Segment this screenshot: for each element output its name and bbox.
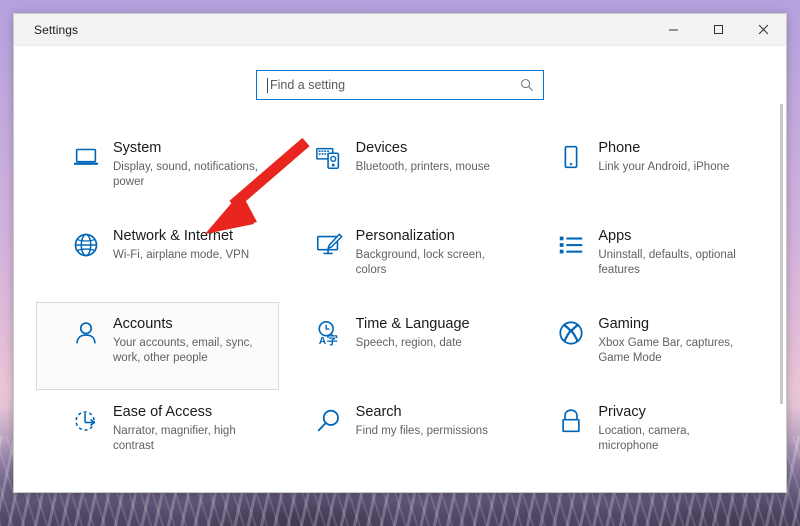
tile-system[interactable]: System Display, sound, notifications, po… [36, 126, 279, 214]
tile-text: Privacy Location, camera, microphone [592, 403, 749, 454]
tile-apps[interactable]: Apps Uninstall, defaults, optional featu… [521, 214, 764, 302]
tile-description: Bluetooth, printers, mouse [355, 161, 490, 173]
tile-title: Time & Language [355, 316, 470, 332]
tile-title: System [113, 140, 162, 156]
maximize-button[interactable] [696, 14, 741, 46]
tile-text: Network & Internet Wi-Fi, airplane mode,… [107, 227, 249, 263]
tile-title: Network & Internet [113, 228, 234, 244]
tile-ease-of-access[interactable]: Ease of Access Narrator, magnifier, high… [36, 390, 279, 478]
lock-icon [550, 403, 592, 436]
tile-description: Find my files, permissions [355, 425, 488, 437]
tile-text: Personalization Background, lock screen,… [350, 227, 507, 278]
tile-description: Background, lock screen, colors [355, 249, 485, 276]
personalization-icon [308, 227, 350, 260]
tile-devices[interactable]: Devices Bluetooth, printers, mouse [279, 126, 522, 214]
tile-description: Your accounts, email, sync, work, other … [113, 337, 253, 364]
tile-description: Uninstall, defaults, optional features [598, 249, 736, 276]
tile-text: Search Find my files, permissions [350, 403, 488, 439]
tile-text: System Display, sound, notifications, po… [107, 139, 264, 190]
globe-icon [65, 227, 107, 260]
settings-tile-grid: System Display, sound, notifications, po… [36, 126, 764, 478]
tile-text: Devices Bluetooth, printers, mouse [350, 139, 490, 175]
search-icon[interactable] [520, 78, 534, 92]
svg-text:字: 字 [326, 333, 337, 347]
laptop-icon [65, 139, 107, 172]
window-controls [651, 14, 786, 46]
tile-accounts[interactable]: Accounts Your accounts, email, sync, wor… [36, 302, 279, 390]
tile-network-and-internet[interactable]: Network & Internet Wi-Fi, airplane mode,… [36, 214, 279, 302]
tile-title: Gaming [598, 316, 650, 332]
tile-text: Ease of Access Narrator, magnifier, high… [107, 403, 264, 454]
apps-list-icon [550, 227, 592, 260]
tile-description: Display, sound, notifications, power [113, 161, 258, 188]
tile-title: Apps [598, 228, 632, 244]
tile-title: Personalization [355, 228, 455, 244]
tile-description: Location, camera, microphone [598, 425, 690, 452]
tile-search[interactable]: Search Find my files, permissions [279, 390, 522, 478]
phone-icon [550, 139, 592, 172]
tile-title: Phone [598, 140, 641, 156]
settings-window: Settings Find a setting System Display, … [14, 14, 786, 492]
tile-description: Link your Android, iPhone [598, 161, 730, 173]
tile-description: Speech, region, date [355, 337, 462, 349]
svg-text:A: A [318, 336, 326, 347]
devices-icon [308, 139, 350, 172]
tile-phone[interactable]: Phone Link your Android, iPhone [521, 126, 764, 214]
tile-description: Narrator, magnifier, high contrast [113, 425, 236, 452]
tile-description: Wi-Fi, airplane mode, VPN [113, 249, 250, 261]
tile-description: Xbox Game Bar, captures, Game Mode [598, 337, 734, 364]
settings-content: Find a setting System Display, sound, no… [14, 46, 786, 492]
title-bar: Settings [14, 14, 786, 46]
tile-text: Apps Uninstall, defaults, optional featu… [592, 227, 749, 278]
tile-time-and-language[interactable]: A 字 Time & Language Speech, region, date [279, 302, 522, 390]
tile-personalization[interactable]: Personalization Background, lock screen,… [279, 214, 522, 302]
minimize-button[interactable] [651, 14, 696, 46]
close-button[interactable] [741, 14, 786, 46]
tile-privacy[interactable]: Privacy Location, camera, microphone [521, 390, 764, 478]
tile-title: Search [355, 404, 402, 420]
tile-title: Privacy [598, 404, 646, 420]
tile-text: Accounts Your accounts, email, sync, wor… [107, 315, 264, 366]
search-placeholder: Find a setting [270, 78, 346, 92]
tile-title: Ease of Access [113, 404, 213, 420]
tile-text: Gaming Xbox Game Bar, captures, Game Mod… [592, 315, 749, 366]
ease-of-access-icon [65, 403, 107, 436]
tile-gaming[interactable]: Gaming Xbox Game Bar, captures, Game Mod… [521, 302, 764, 390]
magnifier-icon [308, 403, 350, 436]
tile-text: Time & Language Speech, region, date [350, 315, 470, 351]
window-title: Settings [34, 22, 79, 37]
clock-language-icon: A 字 [308, 315, 350, 348]
person-icon [65, 315, 107, 348]
search-input[interactable]: Find a setting [256, 70, 544, 100]
tile-text: Phone Link your Android, iPhone [592, 139, 729, 175]
vertical-scrollbar[interactable] [780, 104, 783, 404]
search-area: Find a setting [14, 46, 786, 100]
tile-title: Devices [355, 140, 408, 156]
xbox-icon [550, 315, 592, 348]
tile-title: Accounts [113, 316, 173, 332]
